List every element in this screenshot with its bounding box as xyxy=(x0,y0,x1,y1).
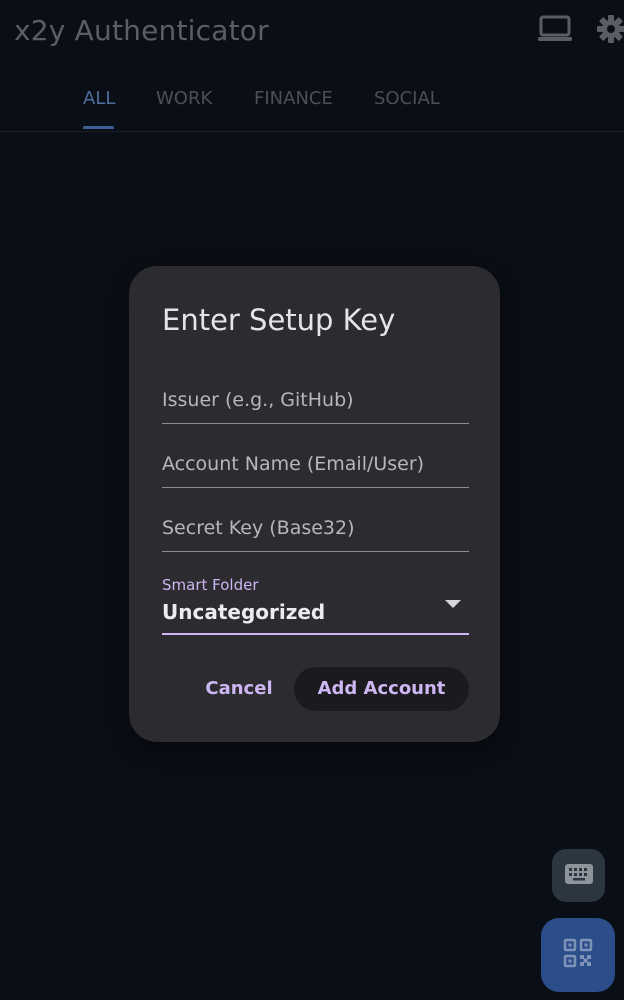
folder-tabs: ALL WORK FINANCE SOCIAL xyxy=(0,70,624,132)
smart-folder-label: Smart Folder xyxy=(162,576,259,594)
keyboard-icon xyxy=(564,863,594,889)
app-title: x2y Authenticator xyxy=(14,14,269,47)
tab-social[interactable]: SOCIAL xyxy=(374,88,440,109)
secret-key-placeholder: Secret Key (Base32) xyxy=(162,517,355,539)
app-bar-actions xyxy=(538,14,624,48)
dialog-title: Enter Setup Key xyxy=(162,303,396,337)
tab-work[interactable]: WORK xyxy=(156,88,212,109)
issuer-field[interactable]: Issuer (e.g., GitHub) xyxy=(162,383,469,424)
app-bar: x2y Authenticator xyxy=(0,0,624,64)
app-root: x2y Authenticator ALL WORK FINANCE SOCIA… xyxy=(0,0,624,1000)
setup-key-dialog: Enter Setup Key Issuer (e.g., GitHub) Ac… xyxy=(129,266,500,742)
issuer-placeholder: Issuer (e.g., GitHub) xyxy=(162,389,354,411)
laptop-icon xyxy=(538,15,572,47)
account-name-placeholder: Account Name (Email/User) xyxy=(162,453,425,475)
active-tab-indicator xyxy=(83,126,114,129)
add-account-button[interactable]: Add Account xyxy=(294,667,469,711)
qr-scan-icon xyxy=(563,938,593,972)
secret-key-field[interactable]: Secret Key (Base32) xyxy=(162,511,469,552)
dropdown-arrow-icon xyxy=(445,600,461,608)
desktop-mode-button[interactable] xyxy=(538,14,572,48)
tab-all[interactable]: ALL xyxy=(83,88,115,109)
smart-folder-value: Uncategorized xyxy=(162,600,326,624)
smart-folder-select[interactable]: Smart Folder Uncategorized xyxy=(162,574,469,635)
cancel-button[interactable]: Cancel xyxy=(199,667,279,711)
gear-icon xyxy=(596,14,624,48)
scan-qr-fab[interactable] xyxy=(541,918,615,992)
account-name-field[interactable]: Account Name (Email/User) xyxy=(162,447,469,488)
tab-finance[interactable]: FINANCE xyxy=(254,88,333,109)
manual-entry-fab[interactable] xyxy=(552,849,605,902)
settings-button[interactable] xyxy=(594,14,624,48)
